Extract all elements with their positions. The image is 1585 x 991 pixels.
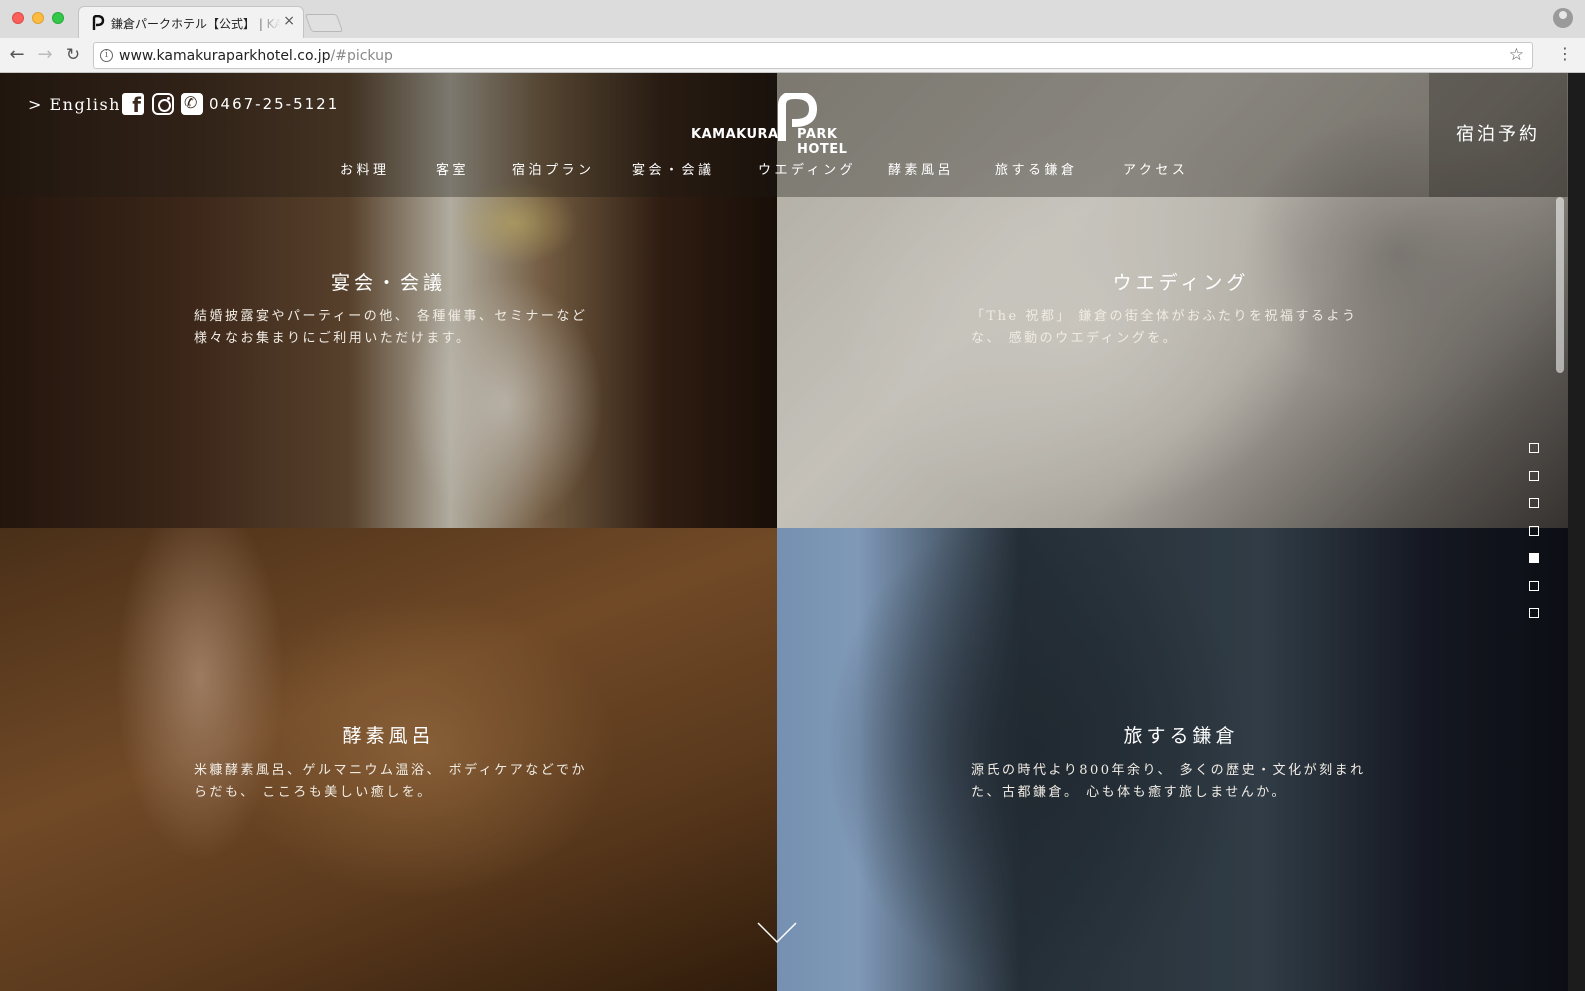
panel-travel-kamakura[interactable]: 旅する鎌倉 源氏の時代より800年余り、 多くの歴史・文化が刻まれた、古都鎌倉。… xyxy=(777,528,1585,991)
scroll-thumb[interactable] xyxy=(1556,197,1564,373)
profile-icon[interactable] xyxy=(1553,8,1573,28)
nav-travel[interactable]: 旅する鎌倉 xyxy=(995,159,1123,181)
panel-description: 源氏の時代より800年余り、 多くの歴史・文化が刻まれた、古都鎌倉。 心も体も癒… xyxy=(971,763,1366,800)
panel-title: 宴会・会議 xyxy=(330,272,446,294)
browser-menu-icon[interactable]: ⋮ xyxy=(1557,46,1573,62)
instagram-icon[interactable] xyxy=(152,93,174,115)
section-dot[interactable] xyxy=(1529,470,1539,481)
phone-icon xyxy=(181,93,203,115)
panel-description: 米糠酵素風呂、ゲルマニウム温浴、 ボディケアなどでからだも、 こころも美しい癒し… xyxy=(194,763,587,800)
favicon-icon xyxy=(92,15,105,30)
tab-title: 鎌倉パークホテル【公式】 | KAMAKURA PARK HOTEL xyxy=(111,17,281,31)
section-dot[interactable] xyxy=(1529,525,1539,536)
nav-wedding[interactable]: ウエディング xyxy=(758,159,888,181)
english-link[interactable]: > English xyxy=(28,95,121,114)
chevron-down-icon[interactable] xyxy=(757,921,797,945)
facebook-icon[interactable] xyxy=(122,93,144,117)
panel-title: 旅する鎌倉 xyxy=(1123,725,1239,747)
scrollbar-track xyxy=(1568,73,1585,991)
browser-tab[interactable]: 鎌倉パークホテル【公式】 | KAMAKURA PARK HOTEL × xyxy=(78,6,304,38)
site-header: > English 0467-25-5121 KAMAKURA PARK HOT… xyxy=(0,73,1585,197)
back-arrow-icon[interactable]: ← xyxy=(6,44,28,66)
panel-description: 「The 祝都」 鎌倉の街全体がおふたりを祝福するような、 感動のウエディングを… xyxy=(971,309,1358,346)
page-scrollbar[interactable] xyxy=(1553,73,1568,991)
logo-text-right: PARK HOTEL xyxy=(797,127,848,157)
nav-plans[interactable]: 宿泊プラン xyxy=(512,159,632,181)
address-bar[interactable]: i www.kamakuraparkhotel.co.jp/#pickup ☆ xyxy=(93,42,1533,69)
maximize-window-button[interactable] xyxy=(52,12,64,24)
site-logo[interactable]: KAMAKURA PARK HOTEL xyxy=(691,93,881,157)
forward-arrow-icon[interactable]: → xyxy=(34,44,56,66)
section-indicator xyxy=(1529,443,1539,636)
phone-number[interactable]: 0467-25-5121 xyxy=(209,95,339,113)
tab-strip: 鎌倉パークホテル【公式】 | KAMAKURA PARK HOTEL × xyxy=(0,0,1585,38)
nav-rooms[interactable]: 客室 xyxy=(436,159,512,181)
tab-close-icon[interactable]: × xyxy=(283,13,295,29)
bookmark-star-icon[interactable]: ☆ xyxy=(1509,45,1524,65)
site-info-icon[interactable]: i xyxy=(100,49,113,62)
section-dot[interactable] xyxy=(1529,443,1539,453)
nav-access[interactable]: アクセス xyxy=(1123,159,1213,181)
close-window-button[interactable] xyxy=(12,12,24,24)
section-dot-active[interactable] xyxy=(1529,553,1539,563)
global-nav: お料理 客室 宿泊プラン 宴会・会議 ウエディング 酵素風呂 旅する鎌倉 アクセ… xyxy=(340,159,1213,181)
panel-enzyme-bath[interactable]: 酵素風呂 米糠酵素風呂、ゲルマニウム温浴、 ボディケアなどでからだも、 こころも… xyxy=(0,528,777,991)
nav-enzyme-bath[interactable]: 酵素風呂 xyxy=(888,159,995,181)
panel-title: ウエディング xyxy=(1112,272,1250,294)
reservation-button[interactable]: 宿泊予約 xyxy=(1429,73,1567,197)
section-dot[interactable] xyxy=(1529,580,1539,591)
nav-cuisine[interactable]: お料理 xyxy=(340,159,436,181)
panel-description: 結婚披露宴やパーティーの他、 各種催事、セミナーなど 様々なお集まりにご利用いた… xyxy=(194,309,588,346)
minimize-window-button[interactable] xyxy=(32,12,44,24)
url-text[interactable]: www.kamakuraparkhotel.co.jp/#pickup xyxy=(119,48,393,64)
panel-title: 酵素風呂 xyxy=(342,725,435,747)
browser-chrome: 鎌倉パークホテル【公式】 | KAMAKURA PARK HOTEL × ← →… xyxy=(0,0,1585,73)
new-tab-button[interactable] xyxy=(304,14,344,32)
section-dot[interactable] xyxy=(1529,608,1539,618)
nav-banquet[interactable]: 宴会・会議 xyxy=(632,159,758,181)
logo-text-left: KAMAKURA xyxy=(691,127,779,142)
page-viewport: 宴会・会議 結婚披露宴やパーティーの他、 各種催事、セミナーなど 様々なお集まり… xyxy=(0,73,1585,991)
reload-icon[interactable]: ↻ xyxy=(62,44,84,66)
section-dot[interactable] xyxy=(1529,498,1539,508)
browser-toolbar: ← → ↻ i www.kamakuraparkhotel.co.jp/#pic… xyxy=(0,38,1585,73)
